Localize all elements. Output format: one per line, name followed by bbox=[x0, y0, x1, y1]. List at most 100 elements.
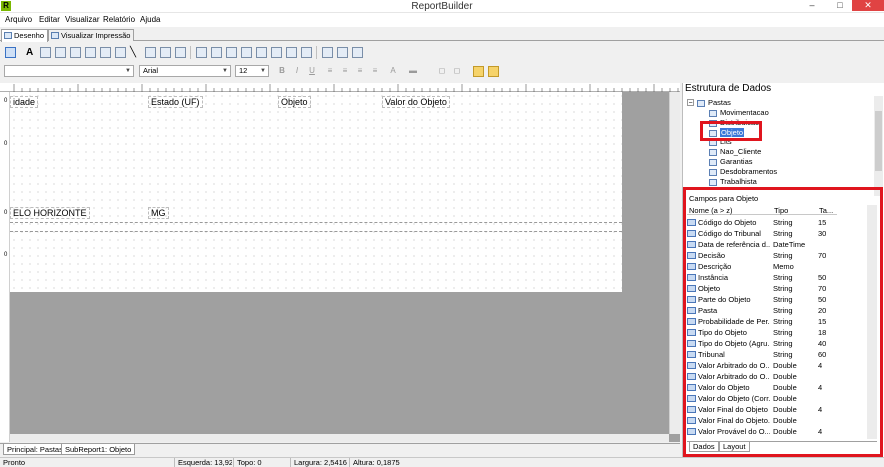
title-bar: R ReportBuilder – □ ✕ bbox=[0, 0, 884, 13]
table-icon bbox=[709, 158, 717, 166]
font-size-value: 12 bbox=[239, 66, 248, 75]
detail-field-cidade[interactable]: ELO HORIZONTE bbox=[10, 207, 90, 219]
tab-desenho[interactable]: Desenho bbox=[1, 29, 49, 42]
font-name-value: Arial bbox=[143, 66, 159, 75]
maximize-button[interactable]: □ bbox=[826, 0, 854, 11]
dbcalc-tool-icon[interactable] bbox=[241, 47, 252, 58]
design-canvas[interactable]: idade Estado (UF) Objeto Valor do Objeto… bbox=[10, 92, 680, 442]
tree-root-label: Pastas bbox=[708, 98, 731, 107]
tree-item-label: Garantias bbox=[720, 157, 753, 166]
tree-item-label: Trabalhista bbox=[720, 177, 757, 186]
dbrichtext-tool-icon[interactable] bbox=[226, 47, 237, 58]
tree-item-movimentacao[interactable]: Movimentacao bbox=[709, 108, 769, 117]
align-group-icon[interactable] bbox=[473, 66, 484, 77]
window-title: ReportBuilder bbox=[411, 1, 473, 12]
bold-button[interactable]: B bbox=[277, 66, 287, 76]
chevron-down-icon: ▼ bbox=[222, 68, 228, 74]
close-button[interactable]: ✕ bbox=[852, 0, 884, 11]
table-tool-icon[interactable] bbox=[145, 47, 156, 58]
status-height: Altura: 0,1875 bbox=[349, 458, 419, 467]
subreport-tool-icon[interactable] bbox=[337, 47, 348, 58]
band-separator[interactable] bbox=[10, 231, 622, 232]
shape-tool-icon[interactable] bbox=[85, 47, 96, 58]
component-selector[interactable]: ▼ bbox=[4, 65, 134, 77]
chevron-down-icon: ▼ bbox=[260, 68, 266, 74]
detail-field-uf[interactable]: MG bbox=[148, 207, 169, 219]
tree-root-pastas[interactable]: Pastas bbox=[697, 98, 731, 107]
view-tab-bar: Desenho Visualizar Impressão bbox=[0, 28, 884, 42]
dbmemo-tool-icon[interactable] bbox=[211, 47, 222, 58]
status-bar: Pronto Esquerda: 13,92 Topo: 0 Largura: … bbox=[0, 457, 884, 467]
vertical-ruler: 0 0 0 0 bbox=[0, 92, 10, 442]
header-field-estado[interactable]: Estado (UF) bbox=[148, 96, 203, 108]
header-field-objeto[interactable]: Objeto bbox=[278, 96, 311, 108]
pagebreak-tool-icon[interactable] bbox=[352, 47, 363, 58]
status-text: Pronto bbox=[3, 458, 26, 467]
menu-ajuda[interactable]: Ajuda bbox=[140, 15, 160, 24]
send-to-back-icon[interactable]: ◻ bbox=[437, 66, 447, 76]
memo-tool-icon[interactable] bbox=[40, 47, 51, 58]
line-tool-icon[interactable]: ╲ bbox=[130, 47, 141, 58]
ruler-ticks bbox=[13, 84, 679, 92]
font-size-select[interactable]: 12 ▼ bbox=[235, 65, 269, 77]
align-right-icon[interactable]: ≡ bbox=[355, 66, 365, 76]
dbtext-tool-icon[interactable] bbox=[196, 47, 207, 58]
menu-relatorio[interactable]: Relatório bbox=[103, 15, 135, 24]
ruler-mark: 0 bbox=[4, 252, 8, 258]
tree-item-desdobramentos[interactable]: Desdobramentos bbox=[709, 167, 777, 176]
italic-button[interactable]: I bbox=[292, 66, 302, 76]
dbimage-tool-icon[interactable] bbox=[256, 47, 267, 58]
font-color-icon[interactable]: A bbox=[388, 66, 398, 76]
underline-button[interactable]: U bbox=[307, 66, 317, 76]
highlight-color-icon[interactable]: ▬ bbox=[408, 66, 418, 76]
canvas-horizontal-scrollbar[interactable] bbox=[10, 434, 669, 442]
dbchart-tool-icon[interactable] bbox=[301, 47, 312, 58]
align-left-icon[interactable]: ≡ bbox=[325, 66, 335, 76]
ruler-mark: 0 bbox=[4, 210, 8, 216]
ruler-mark: 0 bbox=[4, 98, 8, 104]
minimize-button[interactable]: – bbox=[798, 0, 826, 11]
tab-principal-pastas[interactable]: Principal: Pastas bbox=[3, 444, 67, 455]
table-icon bbox=[709, 168, 717, 176]
folder-icon bbox=[697, 99, 705, 107]
report-page[interactable]: idade Estado (UF) Objeto Valor do Objeto… bbox=[10, 92, 622, 292]
status-width: Largura: 2,5416 bbox=[290, 458, 348, 467]
align-center-icon[interactable]: ≡ bbox=[340, 66, 350, 76]
justify-icon[interactable]: ≡ bbox=[370, 66, 380, 76]
dbcheckbox-tool-icon[interactable] bbox=[286, 47, 297, 58]
tree-scroll-thumb[interactable] bbox=[875, 111, 882, 171]
tab-visualizar-impressao[interactable]: Visualizar Impressão bbox=[48, 29, 135, 41]
tree-item-label: Movimentacao bbox=[720, 108, 769, 117]
menu-editar[interactable]: Editar bbox=[39, 15, 60, 24]
tab-subreport1-objeto[interactable]: SubReport1: Objeto bbox=[61, 444, 136, 455]
tree-item-label: Desdobramentos bbox=[720, 167, 778, 176]
image-tool-icon[interactable] bbox=[70, 47, 81, 58]
dbbarcode-tool-icon[interactable] bbox=[271, 47, 282, 58]
bring-to-front-icon[interactable]: ◻ bbox=[452, 66, 462, 76]
tab-desenho-label: Desenho bbox=[14, 31, 45, 40]
canvas-vertical-scrollbar[interactable] bbox=[669, 92, 680, 434]
tree-scrollbar[interactable] bbox=[874, 96, 883, 196]
richtext-tool-icon[interactable] bbox=[55, 47, 66, 58]
data-tree: − Pastas Movimentacao Distribuicao Objet… bbox=[683, 96, 873, 196]
region-tool-icon[interactable] bbox=[322, 47, 333, 58]
crossref-tool-icon[interactable] bbox=[175, 47, 186, 58]
checkbox-tool-icon[interactable] bbox=[115, 47, 126, 58]
tree-item-trabalhista[interactable]: Trabalhista bbox=[709, 177, 757, 186]
table-icon bbox=[709, 109, 717, 117]
select-arrow-icon[interactable] bbox=[5, 47, 16, 58]
grid-tool-icon[interactable] bbox=[160, 47, 171, 58]
size-group-icon[interactable] bbox=[488, 66, 499, 77]
header-field-cidade[interactable]: idade bbox=[10, 96, 39, 108]
band-separator[interactable] bbox=[10, 222, 622, 223]
label-tool-icon[interactable]: A bbox=[26, 47, 37, 58]
tree-item-nao-cliente[interactable]: Nao_Cliente bbox=[709, 147, 761, 156]
barcode-tool-icon[interactable] bbox=[100, 47, 111, 58]
tree-item-garantias[interactable]: Garantias bbox=[709, 157, 753, 166]
header-field-valor-objeto[interactable]: Valor do Objeto bbox=[382, 96, 450, 108]
collapse-icon[interactable]: − bbox=[687, 99, 694, 107]
menu-visualizar[interactable]: Visualizar bbox=[65, 15, 100, 24]
highlight-box-fields bbox=[683, 187, 883, 457]
font-name-select[interactable]: Arial ▼ bbox=[139, 65, 231, 77]
menu-arquivo[interactable]: Arquivo bbox=[5, 15, 32, 24]
